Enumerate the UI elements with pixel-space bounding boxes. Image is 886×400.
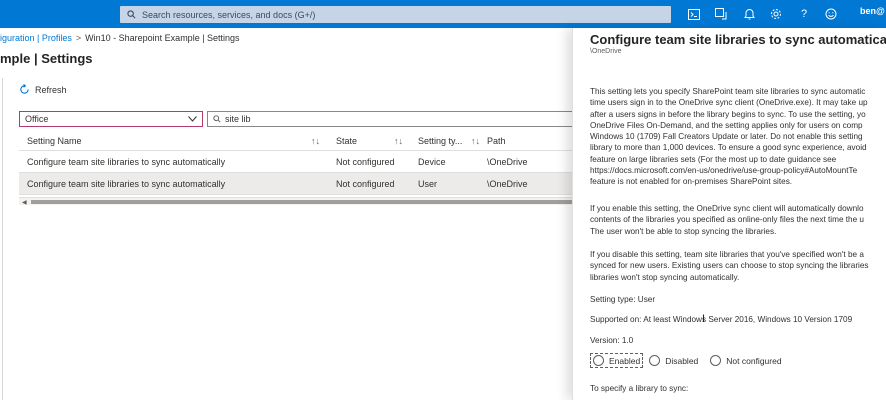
category-dropdown-value: Office [25, 114, 49, 124]
refresh-button[interactable]: Refresh [19, 84, 67, 95]
radio-option-disabled[interactable] [649, 355, 661, 366]
radio-option-not-configured[interactable] [710, 355, 722, 366]
settings-icon[interactable] [768, 6, 784, 22]
notifications-icon[interactable] [741, 6, 757, 22]
description-line: feature on large libraries sets (For the… [590, 154, 837, 164]
scroll-left-arrow-icon[interactable]: ◀ [22, 199, 27, 206]
description-line: If you disable this setting, team site l… [590, 250, 864, 259]
global-search-box[interactable]: Search resources, services, and docs (G+… [120, 6, 671, 23]
sort-icon[interactable]: ↑↓ [471, 131, 480, 150]
search-icon [213, 115, 221, 123]
column-header-setting-type[interactable]: Setting ty... [418, 131, 462, 150]
panel-subtitle: \OneDrive [590, 48, 622, 55]
refresh-label: Refresh [35, 84, 67, 95]
radio-label: Disabled [665, 355, 699, 366]
category-dropdown[interactable]: Office [19, 111, 203, 127]
scrollbar-thumb[interactable] [31, 200, 577, 204]
description-line: This setting lets you specify SharePoint… [590, 87, 866, 96]
description-line: synced for new users. Existing users can… [590, 261, 869, 271]
version-text: Version: 1.0 [590, 336, 634, 345]
left-panel-edge [0, 78, 3, 400]
description-line: feature is not enabled for on-premises S… [590, 177, 793, 187]
description-line: Windows 10 (1709) Fall Creators Update o… [590, 132, 863, 142]
description-line: OneDrive Files On-Demand, and the settin… [590, 120, 863, 130]
top-bar: Search resources, services, and docs (G+… [0, 0, 886, 28]
chevron-down-icon [188, 116, 197, 122]
sort-icon[interactable]: ↑↓ [311, 131, 320, 150]
breadcrumb-separator: > [75, 33, 82, 43]
page-title: mple | Settings [0, 51, 93, 66]
table-row[interactable]: Configure team site libraries to sync au… [19, 151, 577, 173]
grid-header: Setting Name ↑↓ State ↑↓ Setting ty... ↑… [19, 131, 577, 151]
row-setting-name: Configure team site libraries to sync au… [27, 178, 226, 189]
description-line: time users sign in to the OneDrive sync … [590, 98, 868, 108]
disabled-description-paragraph: If you disable this setting, team site l… [590, 249, 869, 283]
breadcrumb-link-profiles[interactable]: iguration | Profiles [0, 33, 72, 43]
horizontal-scrollbar[interactable]: ◀ [19, 197, 577, 206]
row-setting-type: User [418, 178, 438, 189]
radio-button[interactable] [593, 355, 604, 366]
row-state: Not configured [336, 156, 395, 167]
panel-title: Configure team site libraries to sync au… [590, 32, 886, 47]
description-line: libraries won't stop syncing automatical… [590, 272, 740, 282]
settings-grid: Setting Name ↑↓ State ↑↓ Setting ty... ↑… [19, 131, 577, 195]
radio-option-enabled[interactable]: Enabled [590, 353, 644, 368]
table-row[interactable]: Configure team site libraries to sync au… [19, 173, 577, 195]
column-header-setting-name[interactable]: Setting Name [27, 131, 82, 150]
column-header-path[interactable]: Path [487, 131, 506, 150]
column-header-state[interactable]: State [336, 131, 357, 150]
setting-detail-panel: Configure team site libraries to sync au… [572, 28, 886, 400]
breadcrumb-current: Win10 - Sharepoint Example | Settings [85, 33, 240, 43]
breadcrumb: iguration | Profiles > Win10 - Sharepoint … [0, 33, 240, 43]
description-line: contents of the libraries you specified … [590, 215, 864, 225]
specify-library-label: To specify a library to sync: [590, 384, 689, 393]
row-path: \OneDrive [487, 156, 528, 167]
refresh-icon [20, 84, 29, 94]
description-line: https://docs.microsoft.com/en-us/onedriv… [590, 166, 858, 176]
setting-type-text: Setting type: User [590, 295, 656, 304]
user-account[interactable]: ben@ [860, 6, 885, 16]
row-state: Not configured [336, 178, 395, 189]
setting-state-radio-group: Enabled Disabled Not configured [590, 353, 794, 368]
search-icon [127, 10, 136, 19]
description-line: after a users signs in before the librar… [590, 109, 866, 119]
radio-label: Not configured [726, 355, 782, 366]
description-line: If you enable this setting, the OneDrive… [590, 204, 864, 213]
settings-filter-value: site lib [225, 114, 251, 124]
feedback-icon[interactable] [823, 6, 839, 22]
search-placeholder: Search resources, services, and docs (G+… [142, 9, 316, 20]
cloud-shell-icon[interactable] [686, 6, 702, 22]
supported-on-text: Supported on: At least Windows Server 20… [590, 315, 853, 324]
description-line: The user won't be able to stop syncing t… [590, 226, 777, 236]
sort-icon[interactable]: ↑↓ [394, 131, 403, 150]
description-line: library to more than 1,000 devices. To e… [590, 143, 867, 153]
radio-label: Enabled [609, 355, 641, 366]
row-path: \OneDrive [487, 178, 528, 189]
settings-filter-input[interactable]: site lib [207, 111, 577, 127]
help-icon[interactable]: ? [796, 6, 812, 22]
row-setting-type: Device [418, 156, 446, 167]
description-paragraph: This setting lets you specify SharePoint… [590, 86, 868, 188]
row-setting-name: Configure team site libraries to sync au… [27, 156, 226, 167]
enabled-description-paragraph: If you enable this setting, the OneDrive… [590, 203, 864, 237]
directory-filter-icon[interactable] [713, 6, 729, 22]
text-cursor-icon: I [702, 313, 706, 325]
